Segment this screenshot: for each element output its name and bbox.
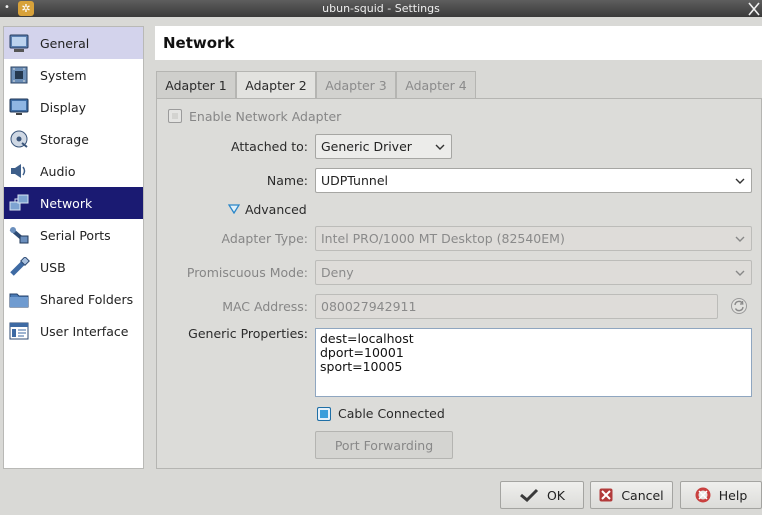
- cancel-x-icon: [599, 488, 613, 502]
- tab-adapter-4[interactable]: Adapter 4: [396, 71, 476, 98]
- sidebar-item-serial-ports[interactable]: Serial Ports: [4, 219, 143, 251]
- user-interface-icon: [8, 321, 30, 341]
- promiscuous-mode-label: Promiscuous Mode:: [186, 265, 308, 280]
- page-header: Network: [155, 26, 762, 60]
- sidebar-item-general[interactable]: General: [4, 27, 143, 59]
- page-title: Network: [163, 34, 235, 52]
- audio-icon: [8, 161, 30, 181]
- cancel-label: Cancel: [621, 487, 664, 503]
- sidebar-item-label: Storage: [40, 131, 89, 147]
- general-icon: [8, 33, 30, 53]
- display-icon: [8, 97, 30, 117]
- cable-connected-checkbox[interactable]: [317, 407, 331, 421]
- name-label: Name:: [266, 173, 308, 188]
- help-icon: [695, 487, 711, 503]
- advanced-toggle[interactable]: Advanced: [245, 202, 307, 217]
- settings-sidebar: General System Display Storage Audio Net…: [3, 26, 144, 469]
- sidebar-item-label: Shared Folders: [40, 291, 134, 307]
- name-value: UDPTunnel: [321, 173, 388, 188]
- shared-folders-icon: [8, 289, 30, 309]
- sidebar-item-storage[interactable]: Storage: [4, 123, 143, 155]
- expand-triangle-icon[interactable]: [228, 204, 240, 214]
- adapter-type-value: Intel PRO/1000 MT Desktop (82540EM): [321, 231, 565, 246]
- sidebar-item-label: Audio: [40, 163, 76, 179]
- chevron-down-icon: [735, 178, 745, 184]
- name-combo[interactable]: UDPTunnel: [315, 168, 752, 193]
- help-label: Help: [718, 487, 748, 503]
- enable-adapter-checkbox[interactable]: [168, 109, 182, 123]
- title-bar: • ✲ ubun-squid - Settings: [0, 0, 762, 17]
- attached-to-label: Attached to:: [231, 139, 308, 154]
- attached-to-value: Generic Driver: [321, 139, 412, 154]
- close-icon[interactable]: [748, 0, 760, 17]
- promiscuous-mode-select[interactable]: Deny: [315, 260, 752, 285]
- sidebar-item-usb[interactable]: USB: [4, 251, 143, 283]
- sidebar-item-label: Display: [40, 99, 87, 115]
- tab-adapter-3[interactable]: Adapter 3: [316, 71, 396, 98]
- adapter-type-label: Adapter Type:: [221, 231, 309, 246]
- enable-adapter-label: Enable Network Adapter: [189, 109, 342, 124]
- cable-connected-label: Cable Connected: [338, 406, 445, 421]
- sidebar-item-label: USB: [40, 259, 66, 275]
- sidebar-item-display[interactable]: Display: [4, 91, 143, 123]
- storage-icon: [8, 129, 30, 149]
- serial-ports-icon: [8, 225, 30, 245]
- sidebar-item-user-interface[interactable]: User Interface: [4, 315, 143, 347]
- sidebar-item-label: Serial Ports: [40, 227, 111, 243]
- window-title: ubun-squid - Settings: [322, 2, 440, 15]
- mac-address-value: 080027942911: [321, 299, 417, 314]
- usb-icon: [8, 257, 30, 277]
- generic-property-line: dest=localhost: [320, 331, 414, 346]
- system-icon: [8, 65, 30, 85]
- sidebar-item-shared-folders[interactable]: Shared Folders: [4, 283, 143, 315]
- sidebar-item-audio[interactable]: Audio: [4, 155, 143, 187]
- help-button[interactable]: Help: [680, 481, 762, 509]
- network-icon: [8, 193, 30, 213]
- mac-address-label: MAC Address:: [222, 299, 308, 314]
- sidebar-item-system[interactable]: System: [4, 59, 143, 91]
- cancel-button[interactable]: Cancel: [590, 481, 673, 509]
- attached-to-select[interactable]: Generic Driver: [315, 134, 452, 159]
- generic-properties-label: Generic Properties:: [188, 326, 308, 341]
- sidebar-item-label: System: [40, 67, 87, 83]
- sidebar-item-network[interactable]: Network: [4, 187, 143, 219]
- generic-property-line: sport=10005: [320, 359, 403, 374]
- checkmark-icon: [519, 488, 539, 502]
- mac-address-field[interactable]: 080027942911: [315, 294, 718, 319]
- chevron-down-icon: [735, 236, 745, 242]
- ok-label: OK: [546, 487, 566, 503]
- port-forwarding-button[interactable]: Port Forwarding: [315, 431, 453, 459]
- tab-adapter-2[interactable]: Adapter 2: [236, 71, 316, 99]
- sidebar-item-label: General: [40, 35, 90, 51]
- adapter-type-select[interactable]: Intel PRO/1000 MT Desktop (82540EM): [315, 226, 752, 251]
- generic-property-line: dport=10001: [320, 345, 404, 360]
- chevron-down-icon: [435, 144, 445, 150]
- refresh-mac-icon[interactable]: [730, 297, 748, 315]
- ok-button[interactable]: OK: [500, 481, 584, 509]
- chevron-down-icon: [735, 270, 745, 276]
- sidebar-item-label: User Interface: [40, 323, 129, 339]
- tab-adapter-1[interactable]: Adapter 1: [156, 71, 236, 98]
- sidebar-item-label: Network: [40, 195, 93, 211]
- promiscuous-mode-value: Deny: [321, 265, 354, 280]
- generic-properties-textarea[interactable]: dest=localhost dport=10001 sport=10005: [315, 328, 752, 397]
